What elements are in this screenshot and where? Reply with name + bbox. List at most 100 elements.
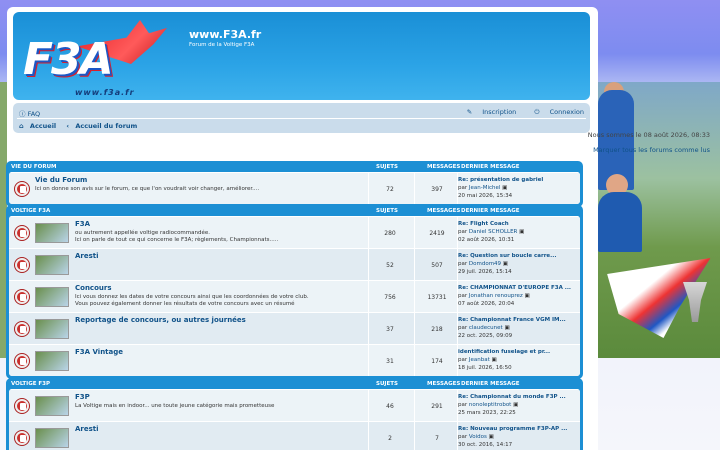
forum-title-link[interactable]: Concours — [75, 284, 112, 292]
forum-read-icon — [15, 354, 29, 368]
last-post-title-link[interactable]: Re: présentation de gabriel — [458, 176, 578, 184]
view-latest-icon[interactable]: ▣ — [504, 325, 509, 331]
category-title[interactable]: VIE DU FORUM — [11, 164, 57, 170]
col-lastpost-header: DERNIER MESSAGE — [461, 381, 520, 387]
category-title[interactable]: VOLTIGE F3A — [11, 208, 50, 214]
view-latest-icon[interactable]: ▣ — [519, 229, 524, 235]
forum-thumbnail[interactable] — [35, 428, 69, 448]
breadcrumb-home[interactable]: ⌂ Accueil — [19, 122, 60, 130]
view-latest-icon[interactable]: ▣ — [502, 185, 507, 191]
forum-description: La Voltige mais en indoor... une toute j… — [75, 403, 275, 409]
last-post-author-link[interactable]: Jeanbat — [469, 357, 490, 363]
login-link[interactable]: ⏻ Connexion — [526, 108, 584, 116]
last-post: Re: Championnat du monde F3P ... par nono… — [458, 393, 578, 417]
last-post-prefix: par — [458, 261, 468, 267]
forum-title-link[interactable]: F3A Vintage — [75, 348, 123, 356]
posts-count: 397 — [431, 186, 443, 193]
site-logo[interactable]: F3A www.f3a.fr — [19, 18, 179, 97]
site-title[interactable]: www.F3A.fr — [189, 28, 261, 41]
view-latest-icon[interactable]: ▣ — [513, 402, 518, 408]
last-post-date: 18 juil. 2026, 16:50 — [458, 365, 512, 371]
last-post-title-link[interactable]: Re: Championnat France VGM IM... — [458, 316, 578, 324]
view-latest-icon[interactable]: ▣ — [524, 293, 529, 299]
last-post: Re: Question sur boucle carre... par Domd… — [458, 252, 578, 276]
last-post-title-link[interactable]: Re: Nouveau programme F3P-AP ... — [458, 425, 578, 433]
last-post-title-link[interactable]: Re: Flight Coach — [458, 220, 578, 228]
site-header: F3A www.f3a.fr www.F3A.fr Forum de la Vo… — [13, 12, 590, 100]
posts-count: 2419 — [429, 230, 445, 237]
forum-title-link[interactable]: F3A — [75, 220, 90, 228]
forum-title-link[interactable]: Aresti — [75, 425, 99, 433]
home-icon: ⌂ — [19, 122, 26, 130]
last-post: Re: Nouveau programme F3P-AP ... par Void… — [458, 425, 578, 449]
last-post-title-link[interactable]: Re: Championnat du monde F3P ... — [458, 393, 578, 401]
last-post-prefix: par — [458, 357, 468, 363]
forum-thumbnail[interactable] — [35, 255, 69, 275]
last-post-author-link[interactable]: Daniel SCHOLLER — [469, 229, 518, 235]
forum-row: Aresti 2 7 Re: Nouveau programme F3P-AP ...… — [9, 421, 580, 450]
last-post-date: 20 mai 2026, 15:34 — [458, 193, 513, 199]
forum-thumbnail[interactable] — [35, 319, 69, 339]
posts-count: 13731 — [427, 294, 447, 301]
category-title[interactable]: VOLTIGE F3P — [11, 381, 50, 387]
navbar: ⓘ FAQ ✎ Inscription ⏻ Connexion ⌂ Accuei… — [13, 103, 590, 133]
view-latest-icon[interactable]: ▣ — [489, 434, 494, 440]
last-post-author-link[interactable]: Jean-Michel — [469, 185, 501, 191]
posts-count: 7 — [435, 435, 439, 442]
last-post: Re: présentation de gabriel par Jean-Mich… — [458, 176, 578, 200]
forum-read-icon — [15, 322, 29, 336]
last-post-author-link[interactable]: Jonathan renouprez — [469, 293, 523, 299]
forum-thumbnail[interactable] — [35, 223, 69, 243]
last-post-date: 22 oct. 2025, 09:09 — [458, 333, 513, 339]
last-post-author-link[interactable]: Domdom49 — [469, 261, 501, 267]
breadcrumb-separator: ‹ — [66, 122, 70, 130]
forum-title-link[interactable]: Reportage de concours, ou autres journée… — [75, 316, 246, 324]
forum-read-icon — [15, 258, 29, 272]
view-latest-icon[interactable]: ▣ — [492, 357, 497, 363]
last-post-author-link[interactable]: claudecunet — [469, 325, 503, 331]
register-link[interactable]: ✎ Inscription — [459, 108, 517, 116]
breadcrumb-forum-index[interactable]: Accueil du forum — [75, 122, 137, 130]
last-post-author-link[interactable]: Voidos — [469, 434, 487, 440]
current-date: Nous sommes le 08 août 2026, 08:33 — [587, 131, 710, 139]
posts-count: 174 — [431, 358, 443, 365]
last-post: identification fuselage et pr... par Jean… — [458, 348, 578, 372]
forum-title-link[interactable]: Vie du Forum — [35, 176, 87, 184]
last-post-prefix: par — [458, 325, 468, 331]
breadcrumb: ⌂ Accueil ‹ Accueil du forum — [19, 122, 141, 130]
last-post-title-link[interactable]: Re: Question sur boucle carre... — [458, 252, 578, 260]
last-post-prefix: par — [458, 293, 468, 299]
forum-thumbnail[interactable] — [35, 287, 69, 307]
logo-url: www.f3a.fr — [75, 88, 135, 97]
last-post-date: 30 oct. 2016, 14:17 — [458, 442, 513, 448]
last-post-title-link[interactable]: identification fuselage et pr... — [458, 348, 578, 356]
col-posts-header: MESSAGES — [427, 381, 461, 387]
last-post-date: 25 mars 2023, 22:25 — [458, 410, 516, 416]
faq-link[interactable]: ⓘ FAQ — [19, 108, 40, 118]
last-post-author-link[interactable]: nonoleptitrobot — [469, 402, 511, 408]
posts-count: 218 — [431, 326, 443, 333]
topics-count: 280 — [384, 230, 396, 237]
topics-count: 2 — [388, 435, 392, 442]
forum-title-link[interactable]: F3P — [75, 393, 90, 401]
col-topics-header: SUJETS — [376, 208, 398, 214]
forum-row: F3P La Voltige mais en indoor... une tout… — [9, 389, 580, 421]
forum-read-icon — [15, 290, 29, 304]
forum-thumbnail[interactable] — [35, 396, 69, 416]
last-post: Re: Flight Coach par Daniel SCHOLLER ▣ 02 … — [458, 220, 578, 244]
mark-all-read-link[interactable]: Marquer tous les forums comme lus — [593, 146, 710, 154]
forum-read-icon — [15, 431, 29, 445]
forum-read-icon — [15, 399, 29, 413]
forum-title-link[interactable]: Aresti — [75, 252, 99, 260]
category-1: VOLTIGE F3A SUJETS MESSAGES DERNIER MESSAGE… — [6, 205, 583, 379]
power-icon: ⏻ — [534, 108, 542, 116]
last-post-date: 02 août 2026, 10:31 — [458, 237, 515, 243]
view-latest-icon[interactable]: ▣ — [503, 261, 508, 267]
last-post-title-link[interactable]: Re: CHAMPIONNAT D'EUROPE F3A ... — [458, 284, 578, 292]
forum-thumbnail[interactable] — [35, 351, 69, 371]
col-topics-header: SUJETS — [376, 381, 398, 387]
topics-count: 52 — [386, 262, 394, 269]
topics-count: 72 — [386, 186, 394, 193]
topics-count: 31 — [386, 358, 394, 365]
col-posts-header: MESSAGES — [427, 164, 461, 170]
